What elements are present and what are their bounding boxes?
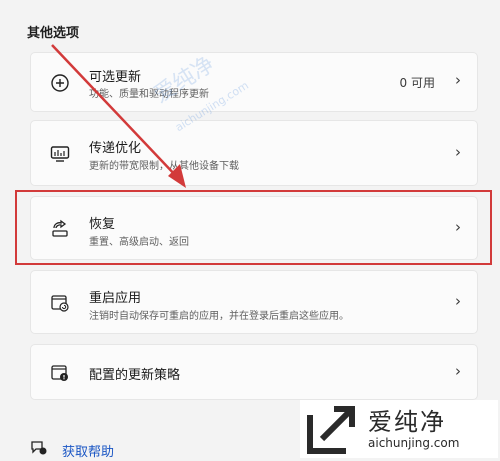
delivery-optimization-subtitle: 更新的带宽限制，从其他设备下载 <box>89 161 239 172</box>
delivery-optimization-icon <box>49 143 71 165</box>
site-watermark: 爱纯净 aichunjing.com <box>300 400 498 458</box>
restart-apps-title: 重启应用 <box>89 291 142 306</box>
get-help-link[interactable]: 获取帮助 <box>30 440 114 460</box>
delivery-optimization-title: 传递优化 <box>89 141 142 156</box>
recovery-icon <box>49 218 71 240</box>
site-name: 爱纯净 <box>368 408 446 436</box>
chevron-right-icon: › <box>455 292 461 310</box>
optional-updates-count: 0 可用 <box>399 76 435 90</box>
optional-updates-title: 可选更新 <box>89 70 142 85</box>
chevron-right-icon: › <box>455 362 461 380</box>
site-logo-icon <box>307 406 355 454</box>
restart-apps-subtitle: 注销时自动保存可重启的应用，并在登录后重启这些应用。 <box>89 311 349 322</box>
recovery-card[interactable]: 恢复 重置、高级启动、返回 › <box>30 196 478 260</box>
restart-apps-card[interactable]: 重启应用 注销时自动保存可重启的应用，并在登录后重启这些应用。 › <box>30 270 478 334</box>
chevron-right-icon: › <box>455 218 461 236</box>
policy-icon <box>49 362 71 384</box>
site-url: aichunjing.com <box>368 436 460 450</box>
settings-page: 其他选项 可选更新 功能、质量和驱动程序更新 0 可用 › 传递优化 更新的带宽… <box>0 0 500 461</box>
chevron-right-icon: › <box>455 143 461 161</box>
section-title: 其他选项 <box>27 26 80 41</box>
plus-circle-icon <box>49 72 71 94</box>
help-icon <box>30 440 48 460</box>
chevron-right-icon: › <box>455 71 461 89</box>
recovery-title: 恢复 <box>89 217 116 232</box>
delivery-optimization-card[interactable]: 传递优化 更新的带宽限制，从其他设备下载 › <box>30 120 478 186</box>
recovery-subtitle: 重置、高级启动、返回 <box>89 237 189 248</box>
update-policies-title: 配置的更新策略 <box>89 368 181 383</box>
optional-updates-card[interactable]: 可选更新 功能、质量和驱动程序更新 0 可用 › <box>30 52 478 112</box>
update-policies-card[interactable]: 配置的更新策略 › <box>30 344 478 400</box>
get-help-label: 获取帮助 <box>62 444 115 460</box>
restart-apps-icon <box>49 292 71 314</box>
